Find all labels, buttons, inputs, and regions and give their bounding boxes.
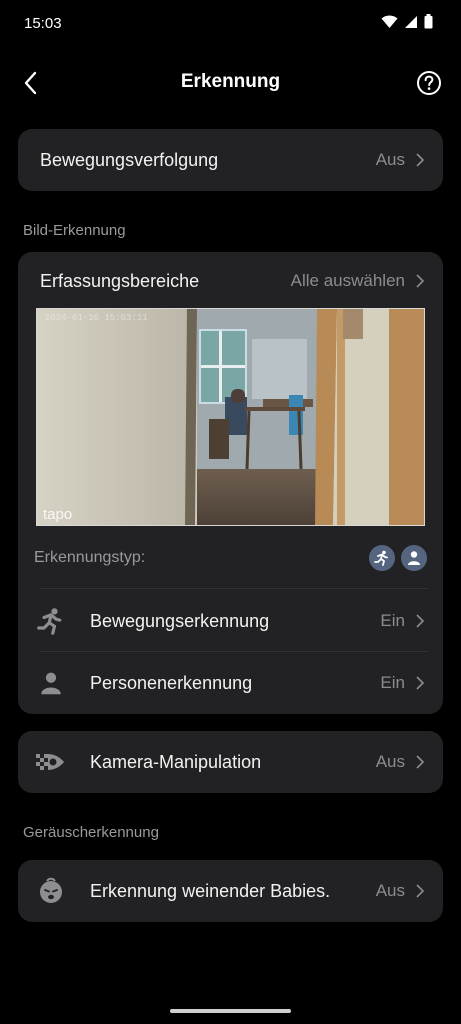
person-detection-value: Ein	[380, 673, 405, 692]
motion-tracking-row[interactable]: Bewegungsverfolgung Aus	[18, 129, 443, 191]
tamper-value: Aus	[375, 752, 405, 771]
image-detection-card: Erfassungsbereiche Alle auswählen 2024-0…	[18, 252, 443, 714]
detection-areas-label: Erfassungsbereiche	[40, 270, 200, 291]
page-title: Erkennung	[180, 71, 281, 92]
tamper-label: Kamera-Manipulation	[90, 751, 262, 772]
status-time: 15:03	[24, 15, 62, 32]
chevron-right-icon	[416, 884, 425, 898]
detection-areas-row[interactable]: Erfassungsbereiche Alle auswählen	[18, 252, 443, 310]
app-bar: Erkennung	[0, 55, 461, 111]
status-bar: 15:03	[0, 0, 461, 50]
motion-detection-label: Bewegungserkennung	[90, 610, 270, 631]
baby-cry-icon-wrap	[36, 876, 66, 906]
chevron-right-icon	[416, 153, 425, 167]
cellular-signal-icon	[405, 15, 417, 28]
baby-cry-row[interactable]: Erkennung weinender Babies. Aus	[18, 860, 443, 922]
baby-cry-value: Aus	[375, 881, 405, 900]
battery-icon	[424, 14, 433, 29]
motion-type-badge	[369, 545, 395, 571]
chevron-right-icon	[416, 676, 425, 690]
section-image-detection: Bild-Erkennung	[23, 222, 126, 239]
motion-tracking-card: Bewegungsverfolgung Aus	[18, 129, 443, 191]
tamper-row[interactable]: Kamera-Manipulation Aus	[18, 731, 443, 793]
person-icon	[41, 672, 61, 695]
wifi-icon	[381, 15, 398, 28]
camera-tamper-icon	[36, 754, 64, 770]
chevron-right-icon	[416, 755, 425, 769]
detection-type-label: Erkennungstyp:	[34, 549, 146, 566]
chevron-right-icon	[416, 274, 425, 288]
person-type-badge	[401, 545, 427, 571]
chevron-right-icon	[416, 614, 425, 628]
help-button[interactable]	[411, 65, 447, 101]
tamper-card: Kamera-Manipulation Aus	[18, 731, 443, 793]
status-icons	[381, 14, 433, 29]
motion-tracking-value: Aus	[375, 150, 405, 169]
motion-detection-icon-wrap	[36, 606, 66, 636]
help-icon	[417, 71, 441, 95]
running-person-icon	[374, 550, 388, 566]
divider	[40, 588, 427, 589]
svg-text:2024-01-16 15:03:11: 2024-01-16 15:03:11	[45, 313, 148, 323]
camera-preview[interactable]: 2024-01-16 15:03:11 tapo	[36, 308, 425, 526]
detection-areas-value: Alle auswählen	[290, 271, 405, 290]
person-detection-icon-wrap	[36, 668, 66, 698]
section-sound-detection: Geräuscherkennung	[23, 824, 159, 841]
running-person-icon	[37, 608, 62, 635]
detection-type-badges	[369, 545, 427, 571]
motion-detection-row[interactable]: Bewegungserkennung Ein	[18, 590, 443, 652]
motion-tracking-label: Bewegungsverfolgung	[40, 149, 219, 170]
person-detection-label: Personenerkennung	[90, 672, 253, 693]
baby-face-icon	[40, 877, 62, 903]
person-icon	[408, 551, 420, 565]
person-detection-row[interactable]: Personenerkennung Ein	[18, 652, 443, 714]
camera-snapshot: 2024-01-16 15:03:11 tapo	[37, 309, 424, 525]
motion-detection-value: Ein	[380, 611, 405, 630]
tamper-icon-wrap	[36, 747, 66, 777]
baby-cry-label: Erkennung weinender Babies.	[90, 880, 331, 901]
tapo-watermark: tapo	[43, 506, 72, 523]
home-indicator[interactable]	[170, 1009, 291, 1013]
baby-cry-card: Erkennung weinender Babies. Aus	[18, 860, 443, 922]
